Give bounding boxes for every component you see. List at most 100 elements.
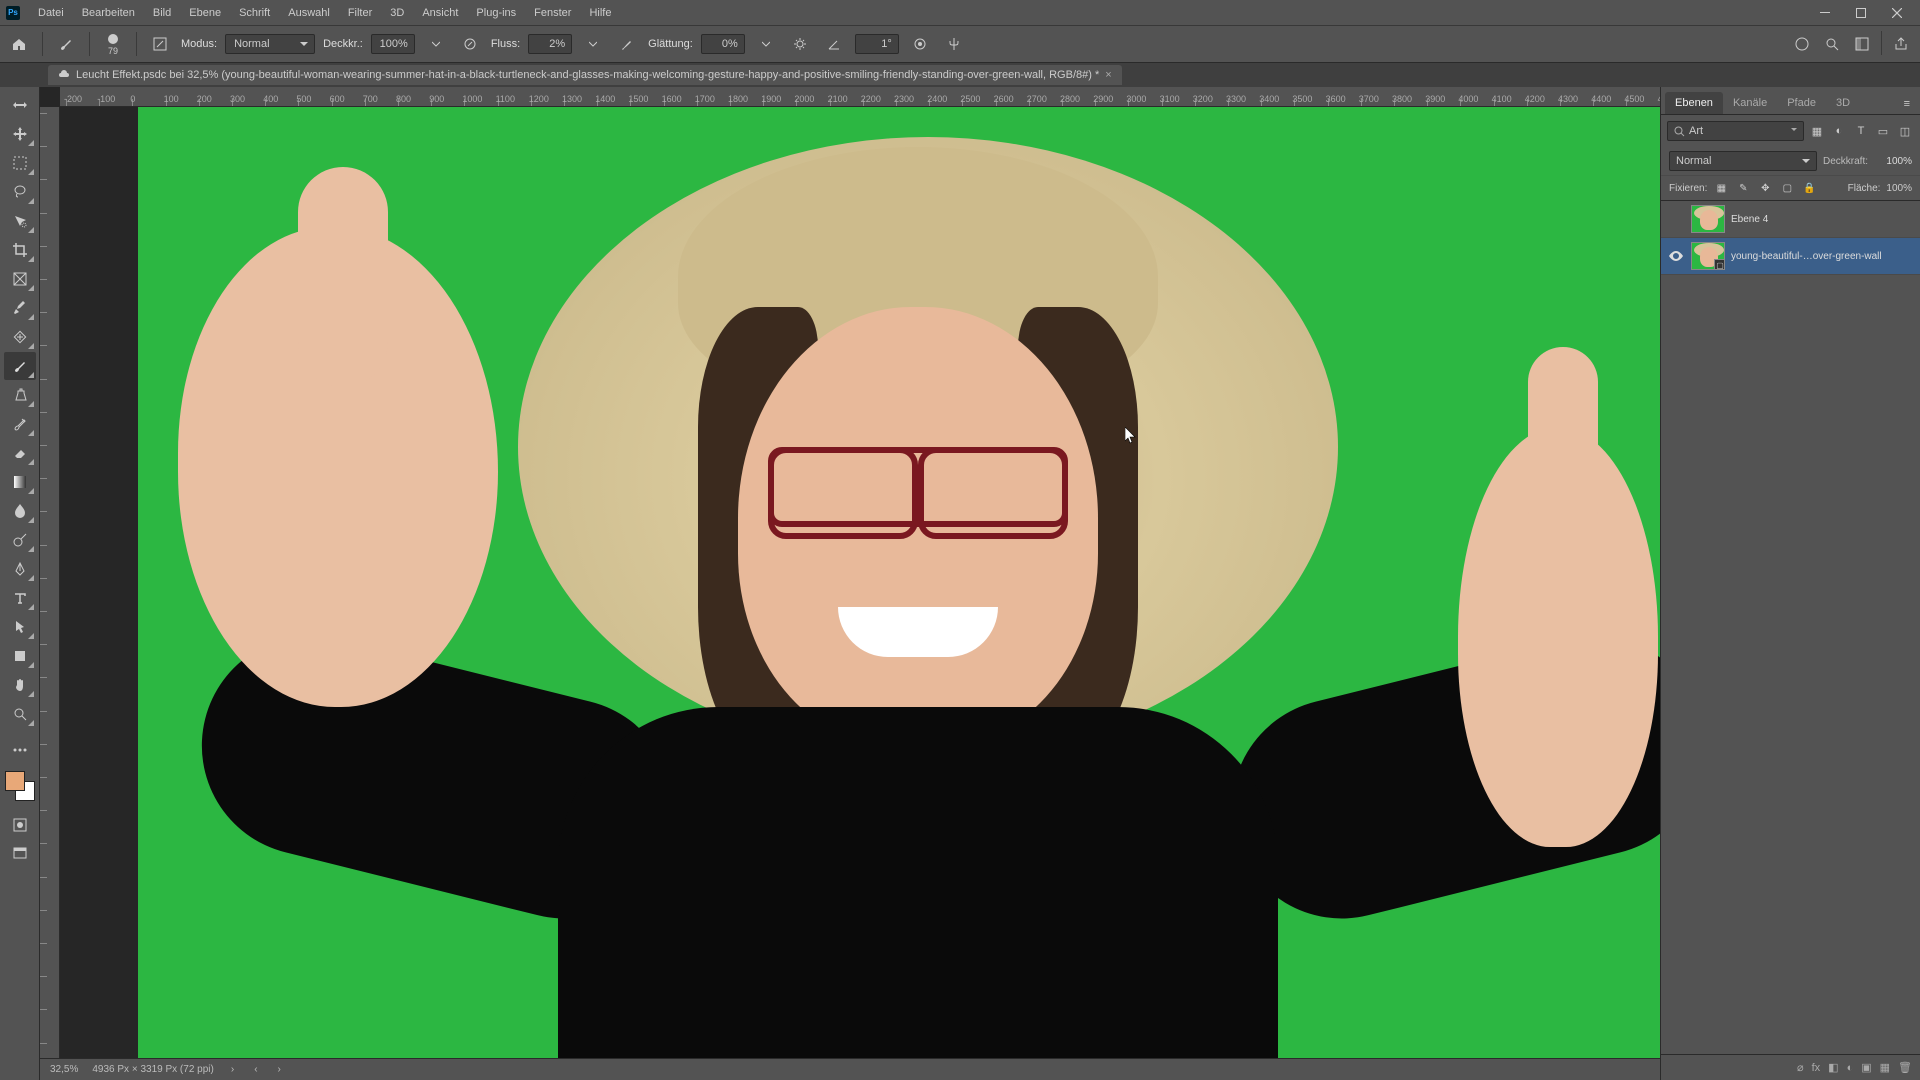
zoom-tool[interactable] [4,700,36,728]
clone-tool[interactable] [4,381,36,409]
lock-artboard-icon[interactable]: ▢ [1779,180,1795,196]
search-icon[interactable] [1819,31,1845,57]
lock-transparency-icon[interactable]: ▦ [1713,180,1729,196]
layer-name[interactable]: young-beautiful-…over-green-wall [1731,251,1914,262]
document-tab[interactable]: Leucht Effekt.psdc bei 32,5% (young-beau… [48,65,1122,85]
tab-3d[interactable]: 3D [1826,92,1860,114]
type-tool[interactable] [4,584,36,612]
blur-tool[interactable] [4,497,36,525]
path-select-tool[interactable] [4,613,36,641]
flow-flyout-icon[interactable] [580,31,606,57]
document-canvas[interactable] [138,107,1660,1058]
tab-kanaele[interactable]: Kanäle [1723,92,1777,114]
visibility-toggle[interactable] [1667,251,1685,261]
close-button[interactable] [1880,2,1914,24]
delete-layer-icon[interactable]: 🗑 [1898,1061,1912,1074]
vertical-ruler[interactable] [40,107,60,1058]
smoothing-flyout-icon[interactable] [753,31,779,57]
panel-menu-icon[interactable]: ≡ [1898,94,1916,114]
new-layer-icon[interactable]: ▦ [1880,1061,1890,1074]
layer-fx-icon[interactable]: fx [1812,1062,1821,1074]
screenmode-icon[interactable] [4,840,36,868]
lock-position-icon[interactable]: ✥ [1757,180,1773,196]
layer-row[interactable]: Ebene 4 [1661,201,1920,238]
menu-ebene[interactable]: Ebene [181,3,229,23]
eraser-tool[interactable] [4,439,36,467]
menu-filter[interactable]: Filter [340,3,380,23]
brush-tool[interactable] [4,352,36,380]
airbrush-icon[interactable] [614,31,640,57]
double-arrow-icon[interactable] [4,91,36,119]
maximize-button[interactable] [1844,2,1878,24]
share-icon[interactable] [1888,31,1914,57]
canvas-stage[interactable] [60,107,1660,1058]
pressure-opacity-icon[interactable] [457,31,483,57]
opacity-flyout-icon[interactable] [423,31,449,57]
zoom-level[interactable]: 32,5% [50,1064,78,1075]
layer-name[interactable]: Ebene 4 [1731,214,1914,225]
link-layers-icon[interactable]: ⌀ [1797,1061,1804,1074]
healing-tool[interactable] [4,323,36,351]
layer-opacity-value[interactable]: 100% [1874,156,1912,167]
menu-fenster[interactable]: Fenster [526,3,579,23]
menu-plugins[interactable]: Plug-ins [468,3,524,23]
layer-mask-icon[interactable]: ◧ [1828,1061,1838,1074]
menu-bild[interactable]: Bild [145,3,179,23]
tab-ebenen[interactable]: Ebenen [1665,92,1723,114]
marquee-tool[interactable] [4,149,36,177]
adjustment-layer-icon[interactable]: ◐ [1847,1062,1854,1074]
symmetry-icon[interactable] [941,31,967,57]
layer-fill-value[interactable]: 100% [1886,183,1912,194]
brush-tool-icon[interactable] [53,31,79,57]
filter-type-icon[interactable]: T [1852,125,1870,137]
eyedropper-tool[interactable] [4,294,36,322]
lock-paint-icon[interactable]: ✎ [1735,180,1751,196]
filter-shape-icon[interactable]: ▭ [1874,125,1892,138]
move-tool[interactable] [4,120,36,148]
menu-datei[interactable]: Datei [30,3,72,23]
layer-filter-dropdown[interactable]: Art [1667,121,1804,141]
home-icon[interactable] [6,31,32,57]
tab-pfade[interactable]: Pfade [1777,92,1826,114]
status-next-icon[interactable]: › [275,1064,284,1075]
angle-input[interactable]: 1° [855,34,899,54]
shape-tool[interactable] [4,642,36,670]
hand-tool[interactable] [4,671,36,699]
brush-preset-picker[interactable]: 79 [100,31,126,57]
smoothing-gear-icon[interactable] [787,31,813,57]
horizontal-ruler[interactable]: -200-10001002003004005006007008009001000… [60,87,1660,107]
status-flyout-icon[interactable]: › [228,1064,237,1075]
history-brush-tool[interactable] [4,410,36,438]
layer-group-icon[interactable]: ▣ [1861,1061,1871,1074]
smoothing-input[interactable]: 0% [701,34,745,54]
menu-3d[interactable]: 3D [382,3,412,23]
minimize-button[interactable] [1808,2,1842,24]
layer-row[interactable]: ▢ young-beautiful-…over-green-wall [1661,238,1920,275]
close-tab-icon[interactable]: × [1105,69,1111,81]
pressure-size-icon[interactable] [907,31,933,57]
layer-thumbnail[interactable]: ▢ [1691,242,1725,270]
cloud-docs-icon[interactable] [1789,31,1815,57]
blend-mode-dropdown[interactable]: Normal [225,34,315,54]
lasso-tool[interactable] [4,178,36,206]
menu-schrift[interactable]: Schrift [231,3,278,23]
quick-select-tool[interactable] [4,207,36,235]
crop-tool[interactable] [4,236,36,264]
layer-blend-dropdown[interactable]: Normal [1669,151,1817,171]
frame-tool[interactable] [4,265,36,293]
quickmask-icon[interactable] [4,811,36,839]
dodge-tool[interactable] [4,526,36,554]
menu-bearbeiten[interactable]: Bearbeiten [74,3,143,23]
workspace-icon[interactable] [1849,31,1875,57]
menu-auswahl[interactable]: Auswahl [280,3,338,23]
lock-all-icon[interactable]: 🔒 [1801,180,1817,196]
brush-panel-toggle-icon[interactable] [147,31,173,57]
layer-thumbnail[interactable] [1691,205,1725,233]
status-prev-icon[interactable]: ‹ [251,1064,260,1075]
gradient-tool[interactable] [4,468,36,496]
pen-tool[interactable] [4,555,36,583]
opacity-input[interactable]: 100% [371,34,415,54]
flow-input[interactable]: 2% [528,34,572,54]
foreground-color[interactable] [5,771,25,791]
filter-adjust-icon[interactable]: ◐ [1830,125,1848,137]
